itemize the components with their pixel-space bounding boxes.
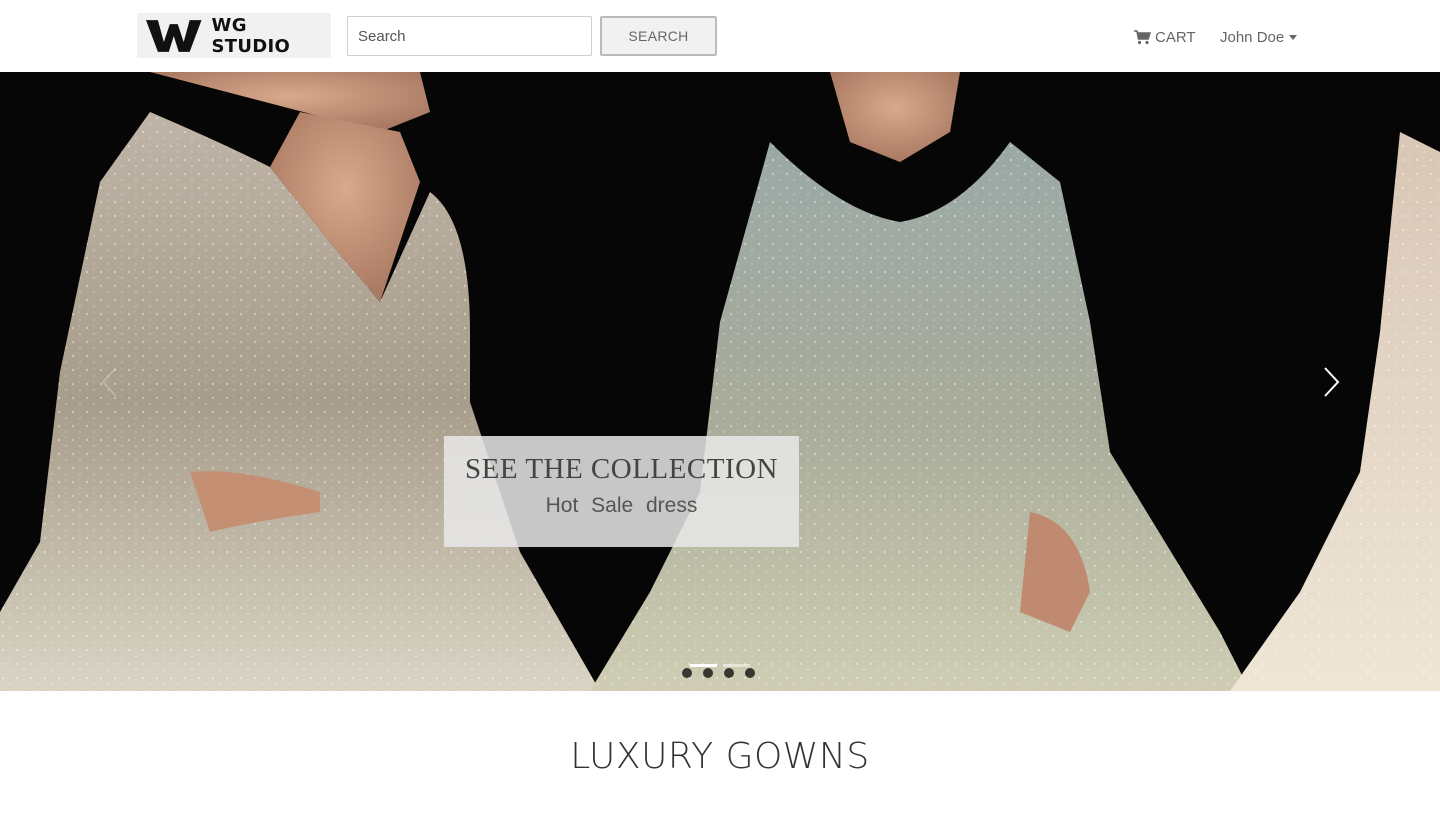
chevron-right-icon	[1324, 367, 1340, 397]
brand-logo[interactable]: WG STUDIO	[137, 13, 331, 58]
user-name: John Doe	[1220, 28, 1285, 46]
carousel-next-button[interactable]	[1312, 362, 1352, 402]
indicator-dot-3[interactable]	[724, 668, 734, 678]
caret-down-icon	[1289, 35, 1298, 40]
section-title: LUXURY GOWNS	[570, 736, 870, 777]
hero-carousel[interactable]: SEE THE COLLECTION Hot Sale dress	[0, 72, 1440, 691]
search-button[interactable]: SEARCH	[600, 16, 717, 56]
chevron-left-icon	[101, 367, 117, 397]
indicator-2[interactable]	[723, 664, 750, 667]
user-dropdown[interactable]: John Doe	[1220, 26, 1298, 48]
indicator-dot-4[interactable]	[745, 668, 755, 678]
hero-slide-image	[0, 72, 1440, 691]
cart-label: CART	[1155, 28, 1196, 46]
caption-subtitle: Hot Sale dress	[545, 494, 698, 517]
indicator-1[interactable]	[690, 664, 717, 667]
indicator-dot-1[interactable]	[682, 668, 692, 678]
cart-icon	[1134, 29, 1151, 44]
carousel-prev-button[interactable]	[90, 362, 130, 402]
carousel-caption: SEE THE COLLECTION Hot Sale dress	[444, 436, 799, 547]
carousel-indicators	[680, 664, 760, 684]
indicator-dot-2[interactable]	[703, 668, 713, 678]
brand-name: WG STUDIO	[211, 14, 291, 57]
caption-title: SEE THE COLLECTION	[465, 453, 778, 485]
cart-link[interactable]: CART	[1134, 26, 1196, 48]
logo-w-mark	[146, 19, 202, 52]
search-input[interactable]	[347, 16, 592, 56]
navbar: WG STUDIO SEARCH CART John Doe	[0, 0, 1440, 72]
